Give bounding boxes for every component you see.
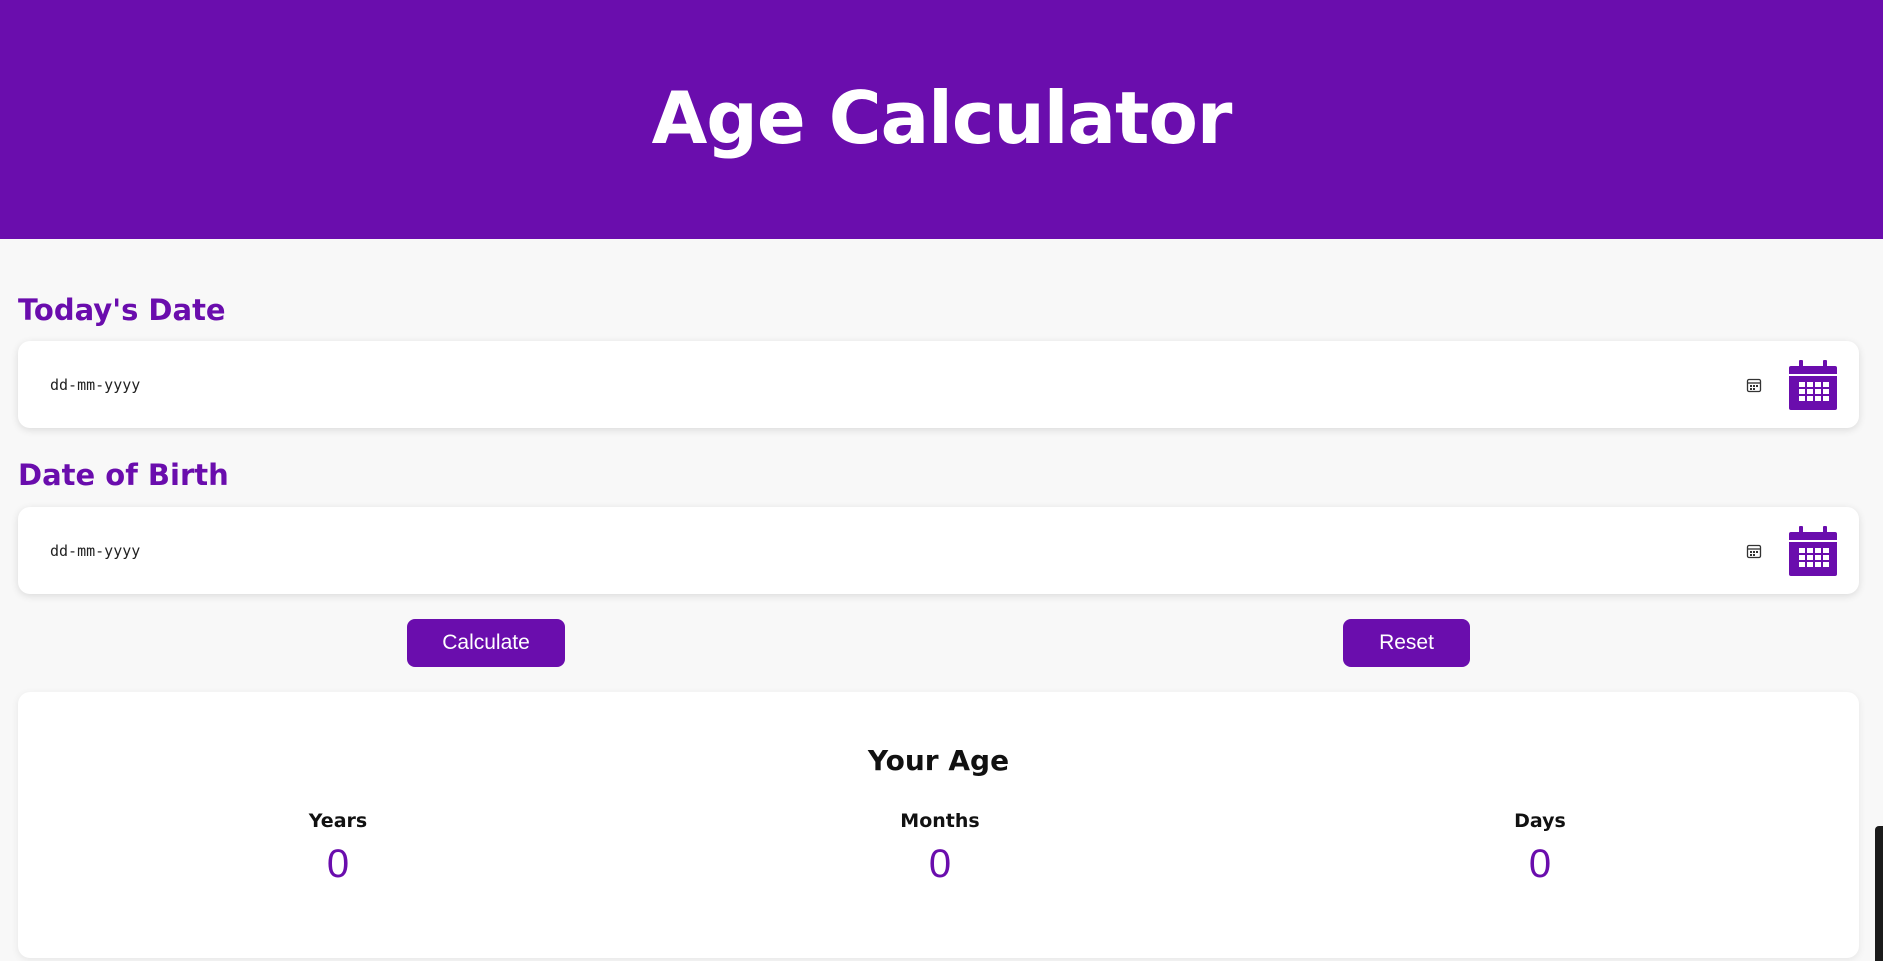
months-value: 0 bbox=[928, 842, 952, 886]
today-date-field[interactable]: dd-mm-yyyy bbox=[18, 341, 1859, 428]
months-label: Months bbox=[900, 810, 980, 832]
years-label: Years bbox=[308, 810, 368, 832]
result-title: Your Age bbox=[867, 744, 1010, 777]
calendar-icon[interactable] bbox=[1789, 525, 1837, 576]
result-card: Your Age Years 0 Months 0 Days 0 bbox=[18, 692, 1859, 958]
date-of-birth-label: Date of Birth bbox=[18, 458, 229, 492]
days-column: Days 0 bbox=[1440, 810, 1640, 887]
page-title: Age Calculator bbox=[651, 75, 1233, 160]
years-column: Years 0 bbox=[238, 810, 438, 887]
today-date-label: Today's Date bbox=[18, 293, 226, 327]
calendar-picker-icon[interactable] bbox=[1746, 377, 1762, 393]
years-value: 0 bbox=[326, 842, 350, 886]
calendar-icon[interactable] bbox=[1789, 359, 1837, 410]
calculate-button[interactable]: Calculate bbox=[407, 619, 565, 667]
reset-button[interactable]: Reset bbox=[1343, 619, 1470, 667]
date-of-birth-field[interactable]: dd-mm-yyyy bbox=[18, 507, 1859, 594]
edge-widget[interactable] bbox=[1875, 826, 1883, 961]
date-of-birth-input[interactable]: dd-mm-yyyy bbox=[50, 542, 140, 560]
days-label: Days bbox=[1514, 810, 1566, 832]
days-value: 0 bbox=[1528, 842, 1552, 886]
page-header: Age Calculator bbox=[0, 0, 1883, 239]
today-date-input[interactable]: dd-mm-yyyy bbox=[50, 376, 140, 394]
months-column: Months 0 bbox=[840, 810, 1040, 887]
calendar-picker-icon[interactable] bbox=[1746, 543, 1762, 559]
